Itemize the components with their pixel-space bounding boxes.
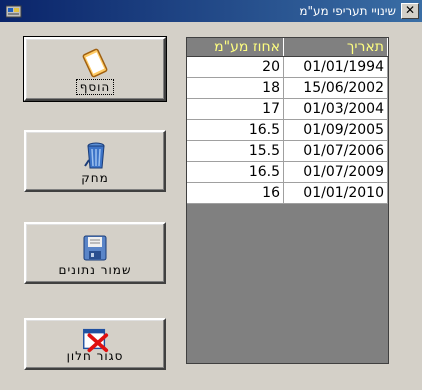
add-button[interactable]: הוסף (23, 36, 167, 102)
date-cell[interactable]: 15/06/2002 (283, 77, 388, 99)
date-cell[interactable]: 01/01/1994 (283, 56, 388, 78)
notepad-icon (82, 48, 108, 78)
delete-button-label: מחק (81, 171, 109, 185)
save-data-button-label: שמור נתונים (58, 263, 132, 277)
vat-rates-grid[interactable]: אחוז מע"מ תאריך 20 01/01/1994 18 15/06/200… (186, 37, 389, 364)
date-cell[interactable]: 01/03/2004 (283, 98, 388, 120)
table-row[interactable]: 16 01/01/2010 (187, 182, 388, 204)
table-row[interactable]: 15.5 01/07/2006 (187, 140, 388, 162)
title-bar[interactable]: שינויי תעריפי מע"מ ✕ (0, 0, 422, 22)
delete-button[interactable]: מחק (24, 130, 166, 192)
date-cell[interactable]: 01/01/2010 (283, 182, 388, 204)
vat-rates-window: שינויי תעריפי מע"מ ✕ הוסף מחק שמור נתוני… (0, 0, 422, 390)
add-button-label: הוסף (26, 79, 164, 95)
date-cell[interactable]: 01/07/2006 (283, 140, 388, 162)
vat-percent-cell[interactable]: 18 (187, 77, 284, 99)
date-cell[interactable]: 01/07/2009 (283, 161, 388, 183)
vat-rates-table: אחוז מע"מ תאריך 20 01/01/1994 18 15/06/200… (187, 38, 388, 204)
floppy-disk-icon (83, 235, 107, 261)
vat-percent-cell[interactable]: 15.5 (187, 140, 284, 162)
close-window-button[interactable]: סגור חלון (24, 318, 166, 370)
vat-percent-cell[interactable]: 16 (187, 182, 284, 204)
table-row[interactable]: 20 01/01/1994 (187, 56, 388, 78)
table-row[interactable]: 17 01/03/2004 (187, 98, 388, 120)
date-cell[interactable]: 01/09/2005 (283, 119, 388, 141)
close-icon[interactable]: ✕ (401, 3, 419, 19)
table-row[interactable]: 18 15/06/2002 (187, 77, 388, 99)
save-data-button[interactable]: שמור נתונים (24, 222, 166, 284)
column-header-vat-percent[interactable]: אחוז מע"מ (187, 38, 284, 57)
table-row[interactable]: 16.5 01/09/2005 (187, 119, 388, 141)
table-row[interactable]: 16.5 01/07/2009 (187, 161, 388, 183)
vat-percent-cell[interactable]: 16.5 (187, 119, 284, 141)
vat-percent-cell[interactable]: 16.5 (187, 161, 284, 183)
close-window-button-label: סגור חלון (66, 349, 124, 363)
trash-can-icon (84, 142, 105, 169)
vat-percent-cell[interactable]: 20 (187, 56, 284, 78)
header-row: אחוז מע"מ תאריך (187, 38, 388, 57)
vat-percent-cell[interactable]: 17 (187, 98, 284, 120)
app-icon[interactable] (5, 4, 22, 21)
column-header-date[interactable]: תאריך (283, 38, 388, 57)
window-title: שינויי תעריפי מע"מ (299, 4, 396, 18)
